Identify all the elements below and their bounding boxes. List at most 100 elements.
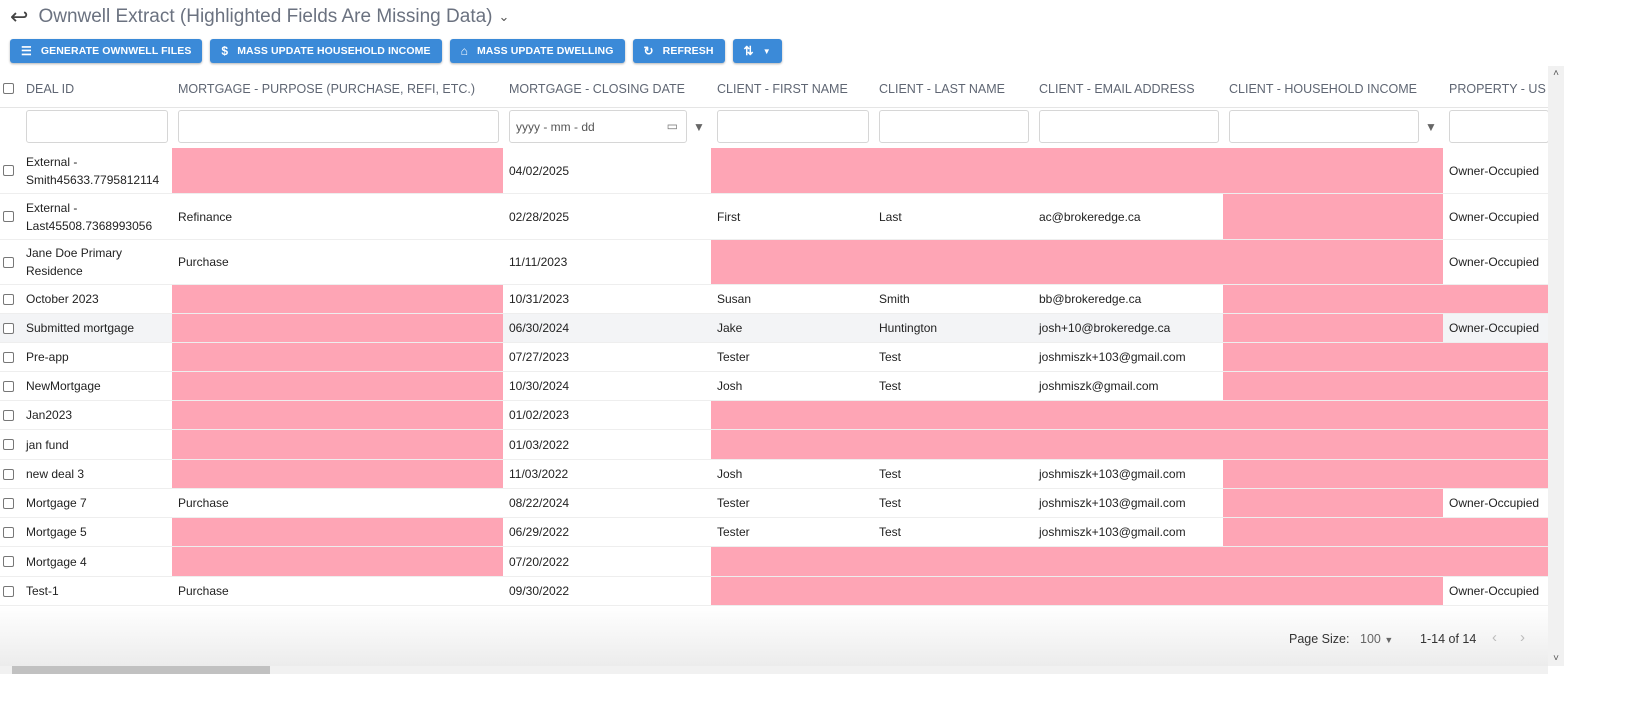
table-row[interactable]: Pre-app 07/27/2023 Tester Test joshmiszk+103… xyxy=(0,343,1548,372)
filter-input-email[interactable] xyxy=(1039,110,1219,143)
cell-household-income[interactable] xyxy=(1223,430,1443,459)
cell-household-income[interactable] xyxy=(1223,401,1443,429)
cell-household-income[interactable] xyxy=(1223,547,1443,576)
cell-first-name[interactable]: Susan xyxy=(711,285,873,313)
cell-email[interactable] xyxy=(1033,148,1223,193)
prev-page-icon[interactable]: ‹ xyxy=(1492,629,1497,646)
cell-last-name[interactable]: Huntington xyxy=(873,314,1033,342)
column-header-first-name[interactable]: CLIENT - FIRST NAME xyxy=(717,82,848,96)
filter-input-property-use[interactable] xyxy=(1449,110,1548,143)
filter-input-closing-date[interactable]: yyyy - mm - dd ▭ xyxy=(509,110,687,143)
cell-household-income[interactable] xyxy=(1223,518,1443,546)
cell-last-name[interactable] xyxy=(873,430,1033,459)
cell-purpose[interactable]: Refinance xyxy=(172,194,503,239)
cell-property-use[interactable] xyxy=(1443,401,1548,429)
cell-deal-id[interactable]: Submitted mortgage xyxy=(20,314,172,342)
cell-purpose[interactable] xyxy=(172,430,503,459)
next-page-icon[interactable]: › xyxy=(1520,629,1525,646)
filter-input-deal-id[interactable] xyxy=(26,110,168,143)
table-row[interactable]: Mortgage 5 06/29/2022 Tester Test joshmiszk+… xyxy=(0,518,1548,547)
row-checkbox[interactable] xyxy=(3,526,14,538)
cell-deal-id[interactable]: Pre-app xyxy=(20,343,172,371)
filter-input-household-income[interactable] xyxy=(1229,110,1419,143)
cell-purpose[interactable]: Purchase xyxy=(172,240,503,284)
cell-purpose[interactable] xyxy=(172,401,503,429)
cell-purpose[interactable] xyxy=(172,314,503,342)
cell-first-name[interactable]: Josh xyxy=(711,460,873,488)
cell-email[interactable]: joshmiszk+103@gmail.com xyxy=(1033,489,1223,517)
back-arrow-icon[interactable]: ↩ xyxy=(10,4,28,30)
cell-purpose[interactable] xyxy=(172,148,503,193)
cell-email[interactable]: ac@brokeredge.ca xyxy=(1033,194,1223,239)
cell-property-use[interactable]: Owner-Occupied xyxy=(1443,577,1548,605)
cell-property-use[interactable] xyxy=(1443,460,1548,488)
cell-property-use[interactable] xyxy=(1443,285,1548,313)
cell-email[interactable]: josh+10@brokeredge.ca xyxy=(1033,314,1223,342)
column-header-email[interactable]: CLIENT - EMAIL ADDRESS xyxy=(1039,82,1195,96)
cell-last-name[interactable] xyxy=(873,547,1033,576)
cell-purpose[interactable] xyxy=(172,285,503,313)
cell-property-use[interactable] xyxy=(1443,343,1548,371)
cell-first-name[interactable]: Tester xyxy=(711,343,873,371)
table-row[interactable]: External - Smith45633.7795812114 04/02/20… xyxy=(0,148,1548,194)
cell-first-name[interactable] xyxy=(711,401,873,429)
cell-email[interactable] xyxy=(1033,577,1223,605)
cell-purpose[interactable]: Purchase xyxy=(172,489,503,517)
row-checkbox[interactable] xyxy=(3,351,14,363)
chevron-down-icon[interactable]: ⌄ xyxy=(499,9,510,25)
cell-closing-date[interactable]: 01/02/2023 xyxy=(503,401,711,429)
table-row[interactable]: External - Last45508.7368993056 Refinance… xyxy=(0,194,1548,240)
cell-purpose[interactable] xyxy=(172,372,503,400)
filter-icon[interactable]: ▼ xyxy=(693,120,705,134)
table-row[interactable]: Test-1 Purchase 09/30/2022 Owner-Occupied xyxy=(0,577,1548,606)
row-checkbox[interactable] xyxy=(3,556,14,567)
table-row[interactable]: October 2023 10/31/2023 Susan Smith bb@broke… xyxy=(0,285,1548,314)
row-checkbox[interactable] xyxy=(3,468,14,480)
cell-purpose[interactable]: Purchase xyxy=(172,577,503,605)
row-checkbox[interactable] xyxy=(3,439,14,450)
row-checkbox[interactable] xyxy=(3,256,14,268)
cell-email[interactable] xyxy=(1033,401,1223,429)
row-checkbox[interactable] xyxy=(3,322,14,334)
column-header-purpose[interactable]: MORTGAGE - PURPOSE (PURCHASE, REFI, ETC.… xyxy=(178,82,475,96)
cell-household-income[interactable] xyxy=(1223,372,1443,400)
horizontal-scroll-thumb[interactable] xyxy=(12,666,270,674)
cell-property-use[interactable] xyxy=(1443,547,1548,576)
cell-last-name[interactable]: Smith xyxy=(873,285,1033,313)
cell-closing-date[interactable]: 01/03/2022 xyxy=(503,430,711,459)
cell-email[interactable]: joshmiszk+103@gmail.com xyxy=(1033,518,1223,546)
cell-last-name[interactable] xyxy=(873,577,1033,605)
column-header-property-use[interactable]: PROPERTY - US xyxy=(1449,82,1546,96)
cell-closing-date[interactable]: 11/11/2023 xyxy=(503,240,711,284)
cell-purpose[interactable] xyxy=(172,518,503,546)
cell-first-name[interactable]: First xyxy=(711,194,873,239)
cell-property-use[interactable]: Owner-Occupied xyxy=(1443,314,1548,342)
cell-household-income[interactable] xyxy=(1223,148,1443,193)
cell-closing-date[interactable]: 02/28/2025 xyxy=(503,194,711,239)
row-checkbox[interactable] xyxy=(3,497,14,509)
cell-last-name[interactable] xyxy=(873,148,1033,193)
page-size-select[interactable]: 100 ▼ xyxy=(1360,632,1393,646)
cell-email[interactable]: joshmiszk+103@gmail.com xyxy=(1033,343,1223,371)
table-row[interactable]: Mortgage 7 Purchase 08/22/2024 Tester Test jo… xyxy=(0,489,1548,518)
cell-purpose[interactable] xyxy=(172,343,503,371)
calendar-icon[interactable]: ▭ xyxy=(667,119,678,133)
row-checkbox[interactable] xyxy=(3,409,14,421)
cell-email[interactable]: bb@brokeredge.ca xyxy=(1033,285,1223,313)
cell-first-name[interactable] xyxy=(711,430,873,459)
mass-update-dwelling-button[interactable]: ⌂ MASS UPDATE DWELLING xyxy=(449,39,625,63)
select-all-checkbox[interactable] xyxy=(3,83,14,94)
table-row[interactable]: new deal 3 11/03/2022 Josh Test joshmiszk+10… xyxy=(0,460,1548,489)
cell-last-name[interactable]: Test xyxy=(873,489,1033,517)
horizontal-scrollbar[interactable] xyxy=(0,666,1548,674)
cell-household-income[interactable] xyxy=(1223,314,1443,342)
cell-deal-id[interactable]: NewMortgage xyxy=(20,372,172,400)
table-row[interactable]: Jan2023 01/02/2023 xyxy=(0,401,1548,430)
cell-household-income[interactable] xyxy=(1223,343,1443,371)
cell-property-use[interactable] xyxy=(1443,430,1548,459)
cell-household-income[interactable] xyxy=(1223,460,1443,488)
column-header-household-income[interactable]: CLIENT - HOUSEHOLD INCOME xyxy=(1229,82,1417,96)
cell-closing-date[interactable]: 10/30/2024 xyxy=(503,372,711,400)
cell-first-name[interactable]: Jake xyxy=(711,314,873,342)
cell-first-name[interactable] xyxy=(711,240,873,284)
